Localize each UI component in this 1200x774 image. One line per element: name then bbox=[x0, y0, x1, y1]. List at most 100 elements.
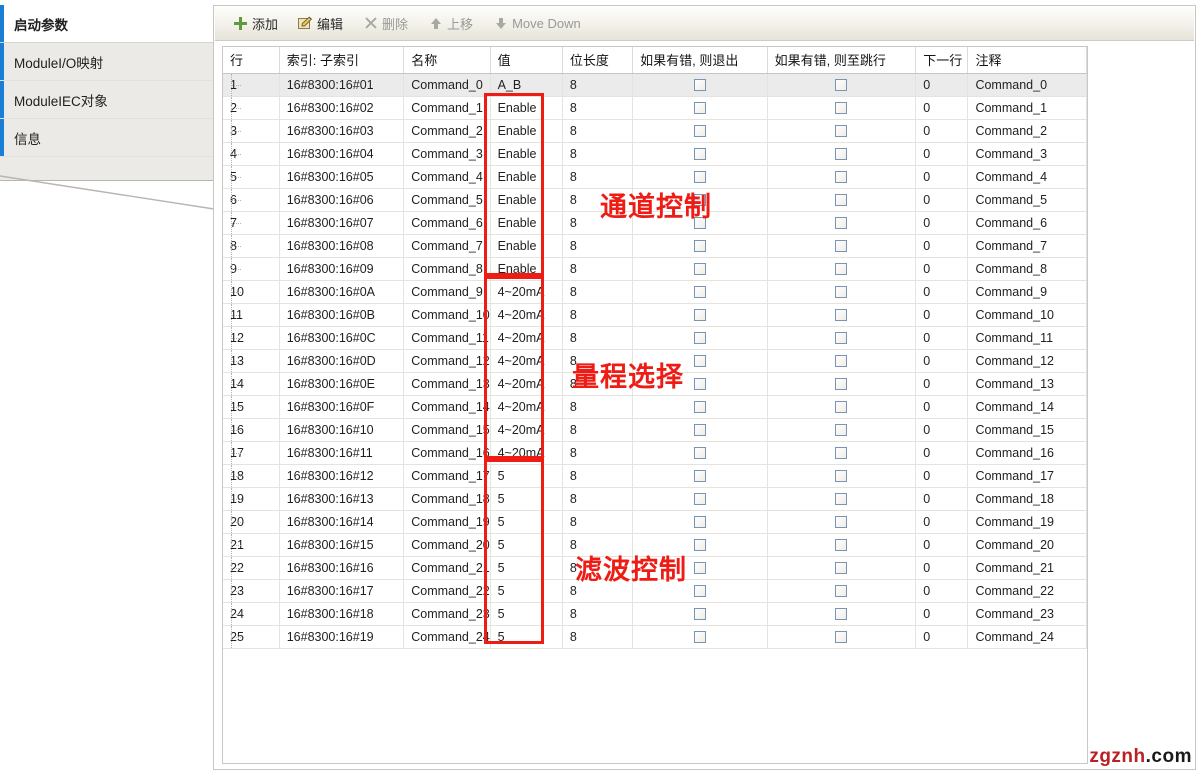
cell-jump-on-error[interactable] bbox=[767, 165, 916, 188]
checkbox-abort-on-error[interactable] bbox=[694, 562, 706, 574]
cell-abort-on-error[interactable] bbox=[633, 556, 768, 579]
cell-jump-on-error[interactable] bbox=[767, 510, 916, 533]
checkbox-jump-on-error[interactable] bbox=[835, 562, 847, 574]
checkbox-abort-on-error[interactable] bbox=[694, 125, 706, 137]
checkbox-abort-on-error[interactable] bbox=[694, 332, 706, 344]
column-header-value[interactable]: 值 bbox=[490, 47, 562, 73]
checkbox-abort-on-error[interactable] bbox=[694, 355, 706, 367]
cell-jump-on-error[interactable] bbox=[767, 280, 916, 303]
table-row[interactable]: 1316#8300:16#0DCommand_124~20mA80Command… bbox=[223, 349, 1087, 372]
table-row[interactable]: 416#8300:16#04Command_3Enable80Command_3 bbox=[223, 142, 1087, 165]
cell-jump-on-error[interactable] bbox=[767, 142, 916, 165]
cell-abort-on-error[interactable] bbox=[633, 349, 768, 372]
checkbox-abort-on-error[interactable] bbox=[694, 102, 706, 114]
checkbox-jump-on-error[interactable] bbox=[835, 378, 847, 390]
cell-abort-on-error[interactable] bbox=[633, 165, 768, 188]
checkbox-abort-on-error[interactable] bbox=[694, 401, 706, 413]
cell-abort-on-error[interactable] bbox=[633, 418, 768, 441]
cell-jump-on-error[interactable] bbox=[767, 326, 916, 349]
checkbox-jump-on-error[interactable] bbox=[835, 355, 847, 367]
checkbox-jump-on-error[interactable] bbox=[835, 148, 847, 160]
cell-abort-on-error[interactable] bbox=[633, 326, 768, 349]
column-header-name[interactable]: 名称 bbox=[404, 47, 490, 73]
move-down-button[interactable]: Move Down bbox=[485, 13, 589, 34]
checkbox-jump-on-error[interactable] bbox=[835, 493, 847, 505]
cell-jump-on-error[interactable] bbox=[767, 349, 916, 372]
cell-abort-on-error[interactable] bbox=[633, 533, 768, 556]
table-row[interactable]: 316#8300:16#03Command_2Enable80Command_2 bbox=[223, 119, 1087, 142]
checkbox-abort-on-error[interactable] bbox=[694, 585, 706, 597]
column-header-next-line[interactable]: 下一行 bbox=[916, 47, 968, 73]
checkbox-jump-on-error[interactable] bbox=[835, 309, 847, 321]
cell-jump-on-error[interactable] bbox=[767, 602, 916, 625]
checkbox-jump-on-error[interactable] bbox=[835, 332, 847, 344]
cell-abort-on-error[interactable] bbox=[633, 395, 768, 418]
checkbox-jump-on-error[interactable] bbox=[835, 102, 847, 114]
cell-abort-on-error[interactable] bbox=[633, 119, 768, 142]
parameter-grid-container[interactable]: 行 索引: 子索引 名称 值 位长度 如果有错, 则退出 如果有错, 则至跳行 … bbox=[222, 46, 1088, 764]
cell-abort-on-error[interactable] bbox=[633, 211, 768, 234]
cell-jump-on-error[interactable] bbox=[767, 441, 916, 464]
table-row[interactable]: 1216#8300:16#0CCommand_114~20mA80Command… bbox=[223, 326, 1087, 349]
table-row[interactable]: 2116#8300:16#15Command_20580Command_20 bbox=[223, 533, 1087, 556]
checkbox-jump-on-error[interactable] bbox=[835, 217, 847, 229]
table-row[interactable]: 2016#8300:16#14Command_19580Command_19 bbox=[223, 510, 1087, 533]
column-header-index[interactable]: 索引: 子索引 bbox=[279, 47, 404, 73]
table-row[interactable]: 2416#8300:16#18Command_23580Command_23 bbox=[223, 602, 1087, 625]
checkbox-jump-on-error[interactable] bbox=[835, 79, 847, 91]
table-row[interactable]: 1416#8300:16#0ECommand_134~20mA80Command… bbox=[223, 372, 1087, 395]
checkbox-jump-on-error[interactable] bbox=[835, 125, 847, 137]
sidebar-item-module-iec-objects[interactable]: ModuleIEC对象 bbox=[0, 81, 213, 119]
checkbox-abort-on-error[interactable] bbox=[694, 447, 706, 459]
cell-abort-on-error[interactable] bbox=[633, 441, 768, 464]
checkbox-abort-on-error[interactable] bbox=[694, 493, 706, 505]
cell-abort-on-error[interactable] bbox=[633, 579, 768, 602]
table-row[interactable]: 716#8300:16#07Command_6Enable80Command_6 bbox=[223, 211, 1087, 234]
cell-jump-on-error[interactable] bbox=[767, 533, 916, 556]
column-header-row[interactable]: 行 bbox=[223, 47, 279, 73]
cell-jump-on-error[interactable] bbox=[767, 625, 916, 648]
move-up-button[interactable]: 上移 bbox=[420, 11, 481, 36]
cell-abort-on-error[interactable] bbox=[633, 142, 768, 165]
cell-jump-on-error[interactable] bbox=[767, 234, 916, 257]
checkbox-jump-on-error[interactable] bbox=[835, 608, 847, 620]
table-row[interactable]: 2316#8300:16#17Command_22580Command_22 bbox=[223, 579, 1087, 602]
cell-abort-on-error[interactable] bbox=[633, 625, 768, 648]
checkbox-abort-on-error[interactable] bbox=[694, 194, 706, 206]
add-button[interactable]: 添加 bbox=[225, 11, 286, 36]
table-row[interactable]: 116#8300:16#01Command_0A_B80Command_0 bbox=[223, 73, 1087, 96]
checkbox-jump-on-error[interactable] bbox=[835, 470, 847, 482]
cell-abort-on-error[interactable] bbox=[633, 73, 768, 96]
checkbox-abort-on-error[interactable] bbox=[694, 608, 706, 620]
cell-jump-on-error[interactable] bbox=[767, 372, 916, 395]
table-row[interactable]: 1616#8300:16#10Command_154~20mA80Command… bbox=[223, 418, 1087, 441]
table-row[interactable]: 1516#8300:16#0FCommand_144~20mA80Command… bbox=[223, 395, 1087, 418]
checkbox-jump-on-error[interactable] bbox=[835, 631, 847, 643]
checkbox-jump-on-error[interactable] bbox=[835, 447, 847, 459]
checkbox-abort-on-error[interactable] bbox=[694, 263, 706, 275]
cell-abort-on-error[interactable] bbox=[633, 303, 768, 326]
checkbox-jump-on-error[interactable] bbox=[835, 516, 847, 528]
sidebar-item-information[interactable]: 信息 bbox=[0, 119, 213, 157]
checkbox-jump-on-error[interactable] bbox=[835, 401, 847, 413]
table-row[interactable]: 1916#8300:16#13Command_18580Command_18 bbox=[223, 487, 1087, 510]
cell-jump-on-error[interactable] bbox=[767, 487, 916, 510]
table-row[interactable]: 2216#8300:16#16Command_21580Command_21 bbox=[223, 556, 1087, 579]
column-header-comment[interactable]: 注释 bbox=[968, 47, 1087, 73]
cell-jump-on-error[interactable] bbox=[767, 556, 916, 579]
delete-button[interactable]: 删除 bbox=[355, 11, 416, 36]
checkbox-jump-on-error[interactable] bbox=[835, 539, 847, 551]
checkbox-abort-on-error[interactable] bbox=[694, 539, 706, 551]
checkbox-abort-on-error[interactable] bbox=[694, 79, 706, 91]
cell-abort-on-error[interactable] bbox=[633, 234, 768, 257]
sidebar-item-module-io-mapping[interactable]: ModuleI/O映射 bbox=[0, 43, 213, 81]
cell-jump-on-error[interactable] bbox=[767, 211, 916, 234]
cell-abort-on-error[interactable] bbox=[633, 372, 768, 395]
checkbox-abort-on-error[interactable] bbox=[694, 424, 706, 436]
cell-jump-on-error[interactable] bbox=[767, 464, 916, 487]
cell-abort-on-error[interactable] bbox=[633, 96, 768, 119]
checkbox-abort-on-error[interactable] bbox=[694, 470, 706, 482]
table-row[interactable]: 616#8300:16#06Command_5Enable80Command_5 bbox=[223, 188, 1087, 211]
checkbox-abort-on-error[interactable] bbox=[694, 516, 706, 528]
table-row[interactable]: 1716#8300:16#11Command_164~20mA80Command… bbox=[223, 441, 1087, 464]
